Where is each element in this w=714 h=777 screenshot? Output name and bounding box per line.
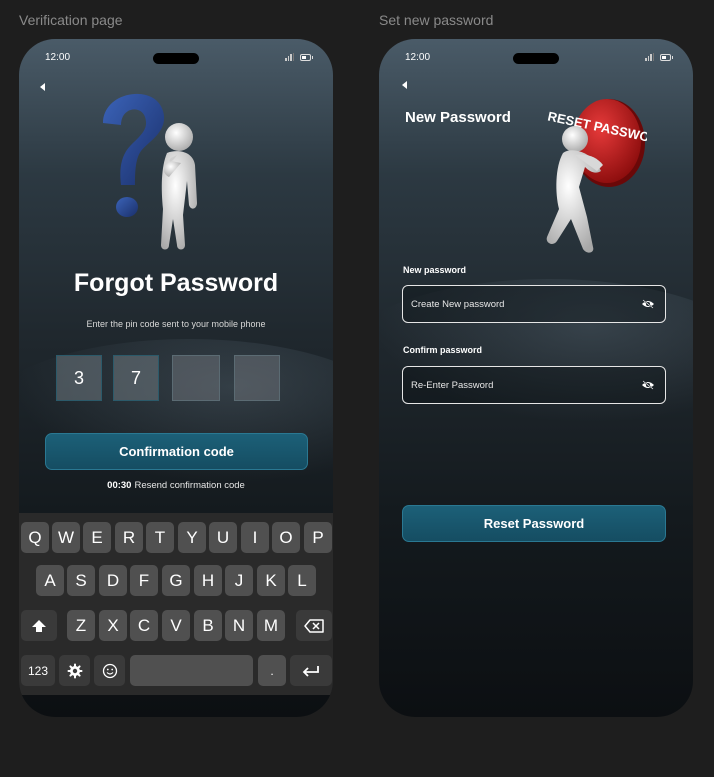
- key-l[interactable]: L: [288, 565, 316, 596]
- camera-notch: [513, 53, 559, 64]
- resend-timer: 00:30: [107, 480, 132, 491]
- toggle-visibility-confirm-button[interactable]: [641, 380, 655, 390]
- key-x[interactable]: X: [99, 610, 127, 641]
- key-v[interactable]: V: [162, 610, 190, 641]
- resend-row: 00:30 Resend confirmation code: [19, 480, 333, 491]
- reset-password-button[interactable]: Reset Password: [402, 505, 666, 542]
- battery-icon: [660, 53, 673, 61]
- key-k[interactable]: K: [257, 565, 285, 596]
- emoji-icon: [102, 663, 117, 678]
- key-m[interactable]: M: [257, 610, 285, 641]
- key-n[interactable]: N: [225, 610, 253, 641]
- signal-icon: [645, 53, 654, 61]
- confirmation-code-button[interactable]: Confirmation code: [45, 433, 308, 470]
- shift-key[interactable]: [21, 610, 57, 641]
- status-time: 12:00: [45, 52, 71, 63]
- key-j[interactable]: J: [225, 565, 253, 596]
- key-t[interactable]: T: [146, 522, 174, 553]
- eye-off-icon: [642, 380, 654, 390]
- key-y[interactable]: Y: [178, 522, 206, 553]
- key-b[interactable]: B: [194, 610, 222, 641]
- status-time: 12:00: [405, 52, 431, 63]
- new-password-field[interactable]: Create New password: [402, 285, 666, 323]
- signal-icon: [285, 53, 294, 61]
- return-icon: [302, 665, 319, 677]
- numbers-key[interactable]: 123: [21, 655, 55, 686]
- eye-off-icon: [642, 299, 654, 309]
- key-z[interactable]: Z: [67, 610, 95, 641]
- key-q[interactable]: Q: [21, 522, 49, 553]
- reset-password-button-illustration: RESET PASSWORD: [546, 99, 647, 253]
- key-s[interactable]: S: [67, 565, 95, 596]
- key-i[interactable]: I: [241, 522, 269, 553]
- new-password-label: New password: [403, 265, 467, 275]
- pin-digit-2[interactable]: 7: [113, 355, 159, 401]
- back-arrow-icon: [40, 83, 45, 91]
- pin-digit-1[interactable]: 3: [56, 355, 102, 401]
- emoji-key[interactable]: [94, 655, 125, 686]
- return-key[interactable]: [290, 655, 332, 686]
- key-a[interactable]: A: [36, 565, 64, 596]
- pin-input-group: 3 7: [56, 355, 280, 401]
- frame-label-set-password: Set new password: [379, 12, 494, 28]
- key-r[interactable]: R: [115, 522, 143, 553]
- period-key[interactable]: .: [258, 655, 286, 686]
- confirm-password-placeholder: Re-Enter Password: [411, 379, 494, 391]
- back-arrow-icon: [402, 81, 407, 89]
- key-u[interactable]: U: [209, 522, 237, 553]
- status-bar: 12:00: [19, 51, 333, 65]
- camera-notch: [153, 53, 199, 64]
- new-password-placeholder: Create New password: [411, 298, 505, 310]
- onscreen-keyboard: Q W E R T Y U I O P A S D F G H J K L Z …: [19, 513, 333, 695]
- pin-digit-4[interactable]: [234, 355, 280, 401]
- page-title: New Password: [405, 109, 511, 126]
- toggle-visibility-new-button[interactable]: [641, 299, 655, 309]
- key-d[interactable]: D: [99, 565, 127, 596]
- page-subtitle: Enter the pin code sent to your mobile p…: [86, 319, 266, 329]
- question-mark-figure-illustration: [103, 93, 197, 250]
- settings-key[interactable]: [59, 655, 90, 686]
- pin-digit-3[interactable]: [172, 355, 220, 401]
- verification-phone-screen: 12:00 Forgot Password Enter the pin code…: [19, 39, 333, 717]
- resend-link[interactable]: Resend confirmation code: [134, 480, 244, 491]
- gear-icon: [67, 663, 82, 678]
- key-o[interactable]: O: [272, 522, 300, 553]
- key-g[interactable]: G: [162, 565, 190, 596]
- confirm-password-field[interactable]: Re-Enter Password: [402, 366, 666, 404]
- key-w[interactable]: W: [52, 522, 80, 553]
- key-f[interactable]: F: [130, 565, 158, 596]
- shift-icon: [32, 619, 46, 632]
- set-password-phone-screen: 12:00 New Password RESET PASSWORD New pa…: [379, 39, 693, 717]
- confirm-password-label: Confirm password: [403, 345, 483, 355]
- frame-label-verification: Verification page: [19, 12, 123, 28]
- key-h[interactable]: H: [194, 565, 222, 596]
- backspace-icon: [304, 618, 324, 633]
- status-bar: 12:00: [379, 51, 693, 65]
- key-p[interactable]: P: [304, 522, 332, 553]
- backspace-key[interactable]: [296, 610, 332, 641]
- key-c[interactable]: C: [130, 610, 158, 641]
- key-e[interactable]: E: [83, 522, 111, 553]
- back-button[interactable]: [33, 77, 53, 97]
- battery-icon: [300, 53, 313, 61]
- space-key[interactable]: [130, 655, 253, 686]
- page-title: Forgot Password: [73, 269, 279, 297]
- back-button[interactable]: [393, 75, 413, 95]
